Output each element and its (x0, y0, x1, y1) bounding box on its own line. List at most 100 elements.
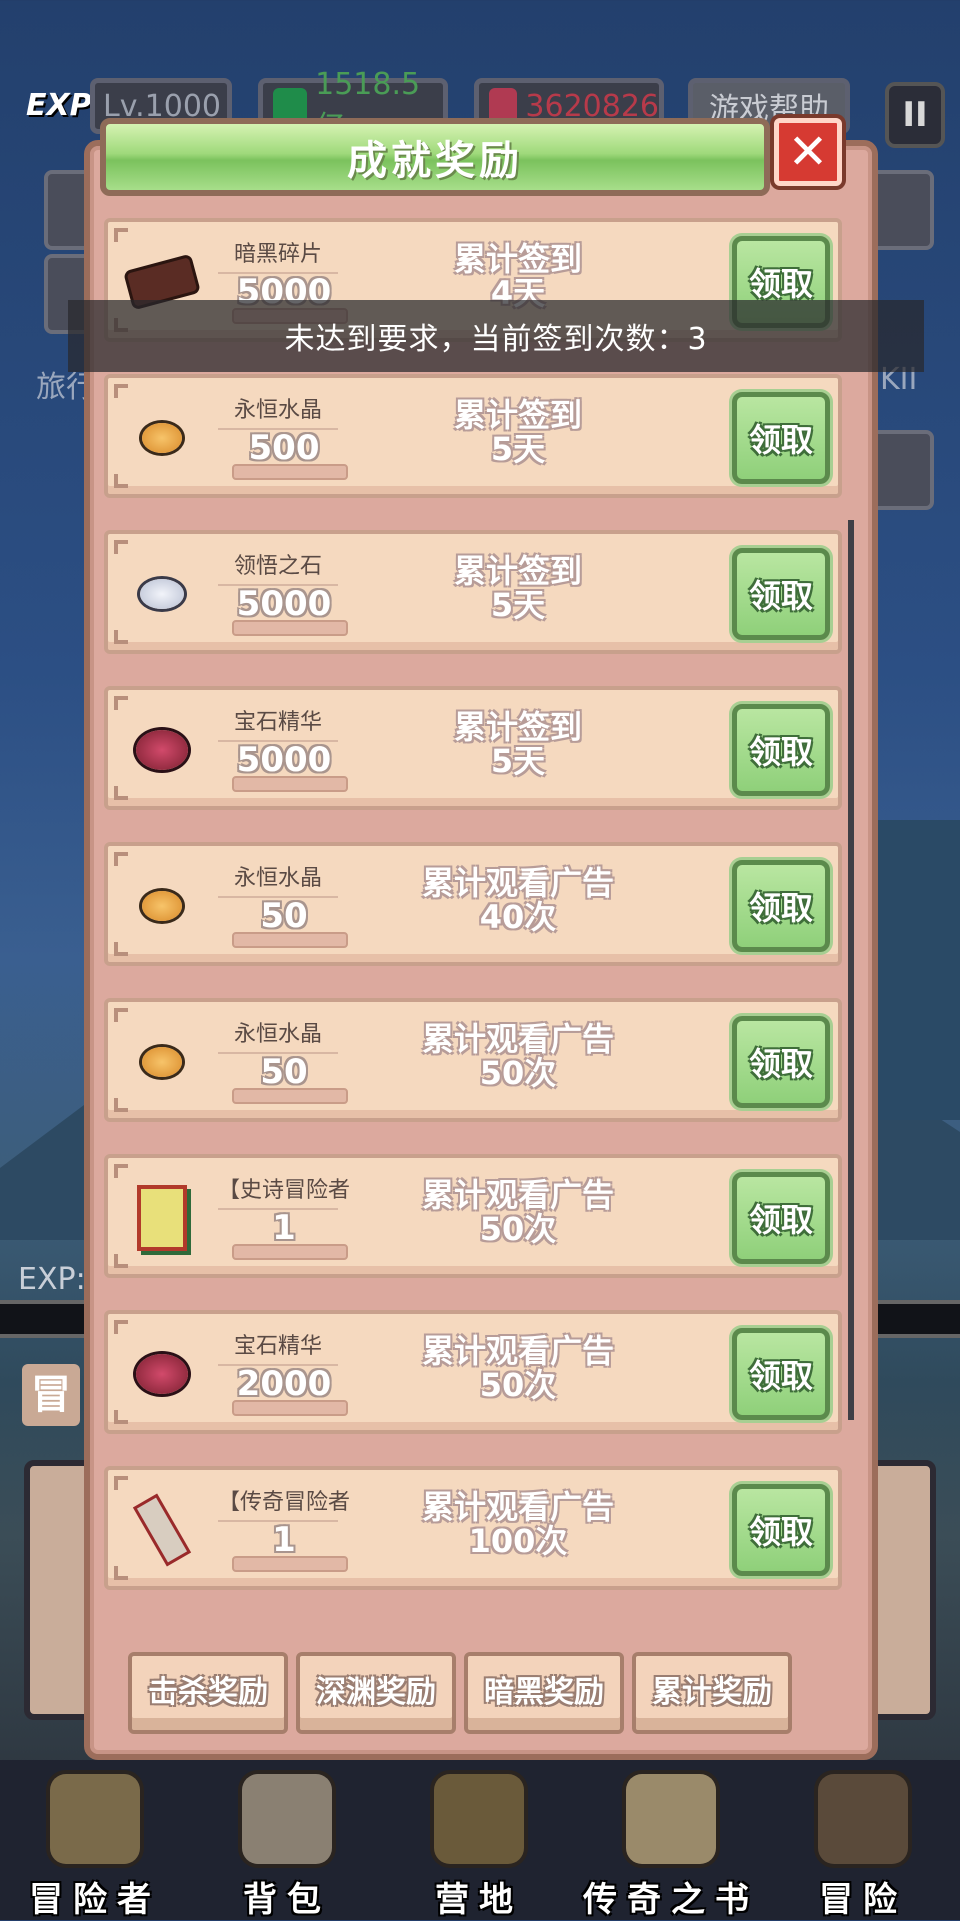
claim-button[interactable]: 领取 (732, 1484, 830, 1576)
nav-label: 冒险 (819, 1880, 907, 1920)
claim-button[interactable]: 领取 (732, 704, 830, 796)
reward-tab-label: 深渊奖励 (316, 1675, 436, 1710)
nav-item[interactable]: 背包 (192, 1760, 382, 1920)
item-quantity: 1 (272, 1208, 296, 1248)
insight-stone-icon (130, 562, 194, 626)
item-name: 【史诗冒险者 (218, 1172, 350, 1210)
condition-line-2: 5天 (490, 586, 546, 624)
helmet-icon (50, 1774, 140, 1864)
book-icon (626, 1774, 716, 1864)
condition-line-1: 累计签到 (453, 396, 582, 434)
bottom-nav: 冒险者 背包 营地 传奇之书 冒险 (0, 1760, 960, 1920)
condition-line-1: 累计签到 (453, 552, 582, 590)
nav-label: 背包 (243, 1880, 331, 1920)
item-name: 暗黑碎片 (218, 236, 338, 274)
nav-item[interactable]: 营地 (384, 1760, 574, 1920)
claim-label: 领取 (748, 1201, 813, 1239)
reward-row: 宝石精华 5000 累计签到 5天 领取 (104, 686, 842, 810)
claim-label: 领取 (748, 889, 813, 927)
requirement-toast: 未达到要求，当前签到次数：3 (68, 300, 924, 372)
condition-line-2: 5天 (490, 742, 546, 780)
corner-ornament (114, 1410, 128, 1424)
reward-list[interactable]: 暗黑碎片 5000 累计签到 4天 领取 永恒水晶 500 累计签到 5天 领取… (100, 218, 848, 1628)
reward-tab[interactable]: 累计奖励 (632, 1652, 792, 1734)
corner-ornament (114, 228, 128, 242)
condition-text: 累计签到 5天 (408, 398, 628, 466)
list-scrollbar[interactable] (848, 520, 854, 1420)
claim-button[interactable]: 领取 (732, 1172, 830, 1264)
condition-line-1: 累计观看广告 (421, 1332, 614, 1370)
condition-line-1: 累计观看广告 (421, 1020, 614, 1058)
nav-item[interactable]: 冒险 (768, 1760, 958, 1920)
claim-button[interactable]: 领取 (732, 392, 830, 484)
item-quantity: 1 (272, 1520, 296, 1560)
nav-label: 冒险者 (29, 1880, 161, 1920)
modal-title-text: 成就奖励 (347, 138, 523, 184)
camp-banner-icon (434, 1774, 524, 1864)
claim-button[interactable]: 领取 (732, 1328, 830, 1420)
toast-text: 未达到要求，当前签到次数：3 (284, 322, 708, 357)
corner-ornament (114, 852, 128, 866)
item-quantity: 500 (248, 428, 320, 468)
corner-ornament (114, 1320, 128, 1334)
nav-item[interactable]: 冒险者 (0, 1760, 190, 1920)
condition-line-2: 50次 (479, 1054, 557, 1092)
exp-badge: EXP (26, 88, 92, 123)
corner-ornament (114, 1566, 128, 1580)
condition-line-1: 累计观看广告 (421, 1488, 614, 1526)
item-name: 永恒水晶 (218, 392, 338, 430)
item-quantity: 50 (260, 896, 308, 936)
item-quantity: 50 (260, 1052, 308, 1092)
claim-label: 领取 (748, 265, 813, 303)
claim-label: 领取 (748, 421, 813, 459)
item-name: 【传奇冒险者 (218, 1484, 350, 1522)
corner-ornament (114, 474, 128, 488)
corner-ornament (114, 942, 128, 956)
reward-tab[interactable]: 击杀奖励 (128, 1652, 288, 1734)
corner-ornament (114, 1164, 128, 1178)
close-button[interactable]: ✕ (774, 118, 842, 186)
item-quantity: 2000 (236, 1364, 332, 1404)
item-name: 永恒水晶 (218, 1016, 338, 1054)
reward-row: 【史诗冒险者 1 累计观看广告 50次 领取 (104, 1154, 842, 1278)
condition-line-2: 5天 (490, 430, 546, 468)
nav-item[interactable]: 传奇之书 (576, 1760, 766, 1920)
reward-tab[interactable]: 暗黑奖励 (464, 1652, 624, 1734)
reward-row: 【传奇冒险者 1 累计观看广告 100次 领取 (104, 1466, 842, 1590)
condition-line-1: 累计观看广告 (421, 864, 614, 902)
condition-line-1: 累计签到 (453, 708, 582, 746)
claim-label: 领取 (748, 1357, 813, 1395)
condition-text: 累计观看广告 50次 (408, 1178, 628, 1246)
corner-ornament (114, 1254, 128, 1268)
claim-button[interactable]: 领取 (732, 548, 830, 640)
claim-label: 领取 (748, 1513, 813, 1551)
nav-label: 传奇之书 (583, 1880, 759, 1920)
condition-text: 累计观看广告 40次 (408, 866, 628, 934)
item-name: 永恒水晶 (218, 860, 338, 898)
claim-button[interactable]: 领取 (732, 1016, 830, 1108)
corner-ornament (114, 1008, 128, 1022)
eternal-crystal-icon (130, 874, 194, 938)
epic-adventurer-card-icon (130, 1185, 194, 1251)
modal-title: 成就奖励 (100, 118, 770, 196)
reward-row: 宝石精华 2000 累计观看广告 50次 领取 (104, 1310, 842, 1434)
backpack-icon (242, 1774, 332, 1864)
reward-tab-label: 暗黑奖励 (484, 1675, 604, 1710)
condition-text: 累计签到 5天 (408, 710, 628, 778)
gem-essence-icon (130, 718, 194, 782)
condition-line-1: 累计签到 (453, 240, 582, 278)
pause-button[interactable]: II (885, 82, 945, 148)
condition-text: 累计观看广告 100次 (408, 1490, 628, 1558)
reward-tabs: 击杀奖励 深渊奖励 暗黑奖励 累计奖励 (128, 1652, 792, 1736)
item-quantity: 5000 (236, 584, 332, 624)
reward-tab[interactable]: 深渊奖励 (296, 1652, 456, 1734)
bg-exp-label: EXP: (18, 1262, 86, 1297)
condition-line-2: 50次 (479, 1366, 557, 1404)
item-name: 领悟之石 (218, 548, 338, 586)
corner-ornament (114, 540, 128, 554)
item-quantity: 5000 (236, 740, 332, 780)
condition-text: 累计观看广告 50次 (408, 1334, 628, 1402)
corner-ornament (114, 1476, 128, 1490)
legend-scroll-icon (130, 1493, 194, 1567)
claim-button[interactable]: 领取 (732, 860, 830, 952)
